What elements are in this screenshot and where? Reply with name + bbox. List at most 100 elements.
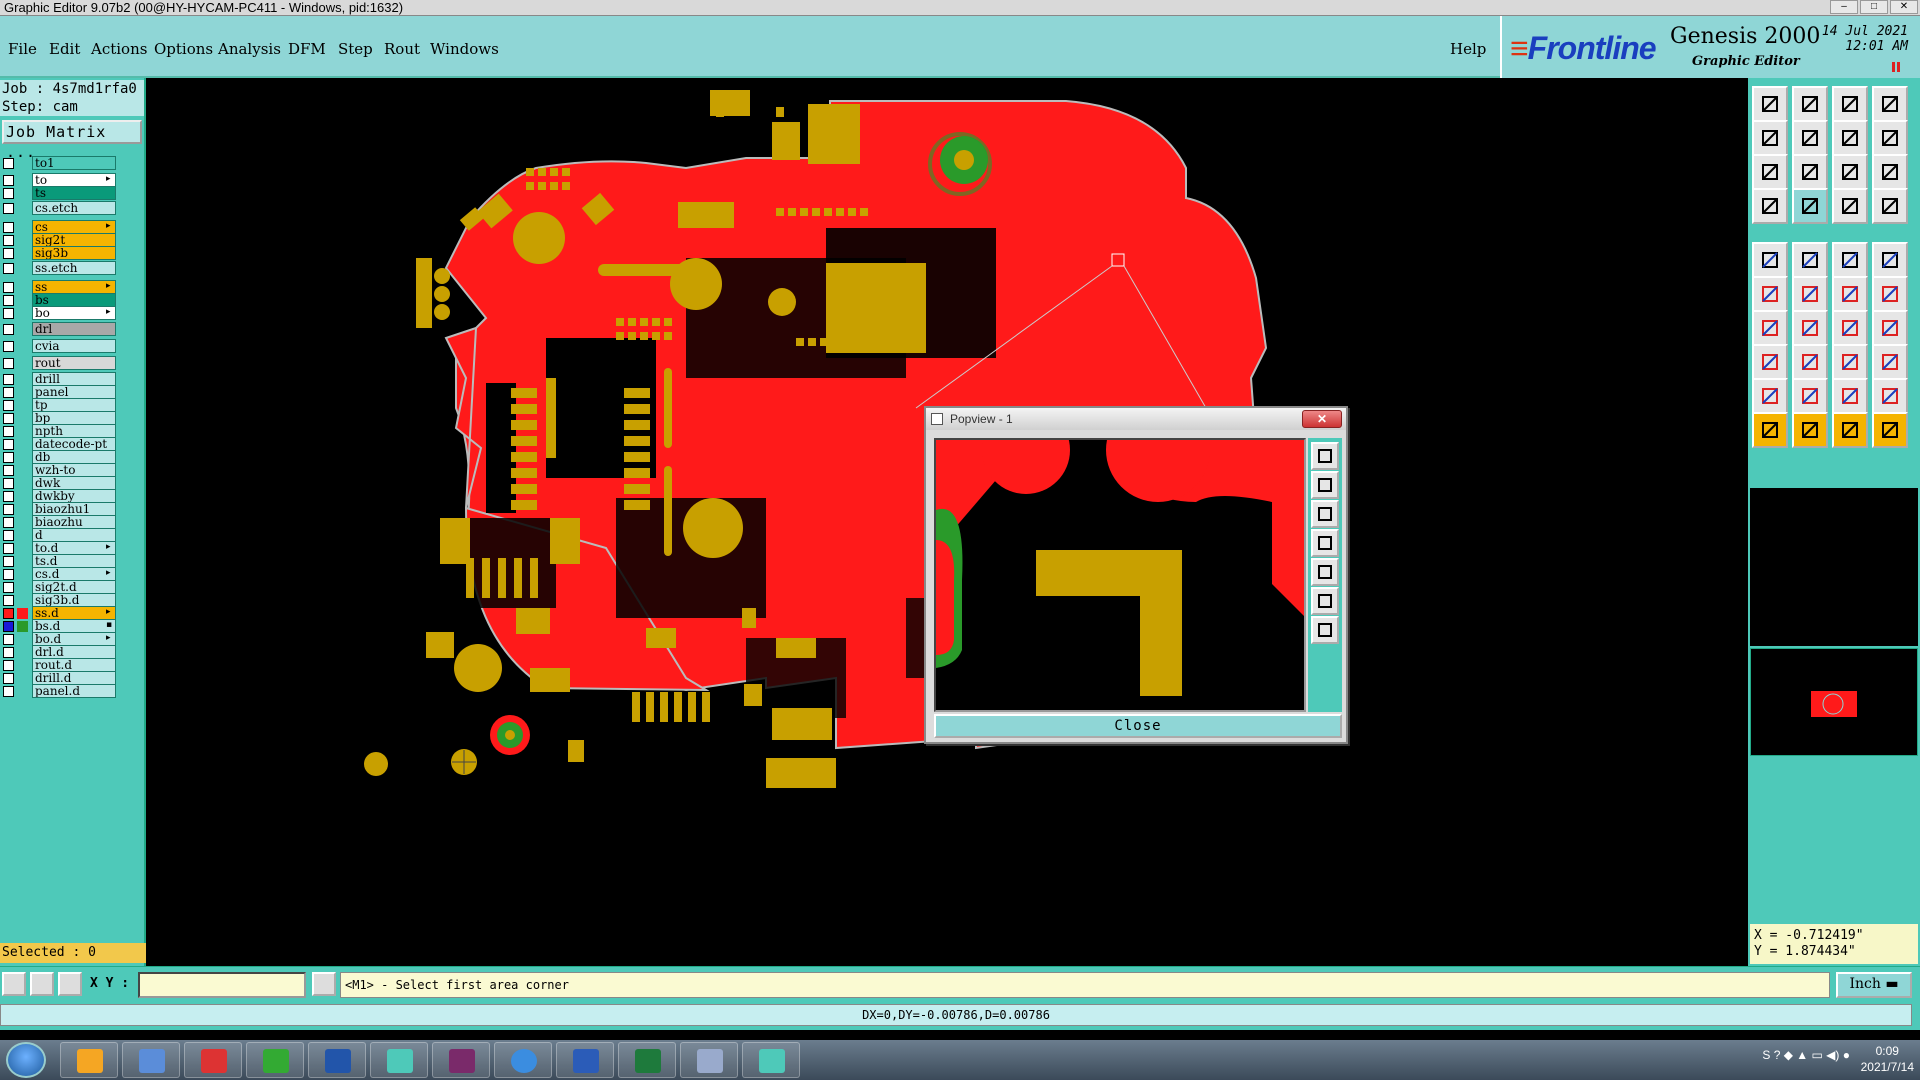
layer-row[interactable]: d bbox=[0, 528, 120, 542]
pv-save-icon[interactable] bbox=[1311, 500, 1339, 528]
layer-checkbox[interactable] bbox=[3, 517, 14, 528]
layer-checkbox[interactable] bbox=[3, 413, 14, 424]
layer-row[interactable]: to1 bbox=[0, 156, 120, 170]
triangle-a-icon[interactable] bbox=[1752, 378, 1788, 414]
layer-row[interactable]: ts bbox=[0, 186, 120, 200]
layers-red-icon[interactable] bbox=[1832, 188, 1868, 224]
popview-canvas[interactable] bbox=[934, 438, 1306, 712]
layout-icon[interactable] bbox=[1832, 120, 1868, 156]
layer-checkbox[interactable] bbox=[3, 387, 14, 398]
snap-settings-icon[interactable] bbox=[1752, 188, 1788, 224]
cursor-mode-icon[interactable] bbox=[1792, 412, 1828, 448]
layer-row[interactable]: dwkby bbox=[0, 489, 120, 503]
transform-icon[interactable] bbox=[1872, 344, 1908, 380]
layer-affected-icon[interactable]: ▸ bbox=[106, 633, 118, 643]
popview-close-button[interactable]: Close bbox=[934, 714, 1342, 738]
layer-checkbox[interactable] bbox=[3, 686, 14, 697]
add-pad-icon[interactable] bbox=[1752, 242, 1788, 278]
layer-row[interactable]: cs.d ▸ bbox=[0, 567, 120, 581]
maximize-button[interactable]: □ bbox=[1860, 0, 1888, 14]
layer-row[interactable]: bo.d ▸ bbox=[0, 632, 120, 646]
pv-zoom-icon[interactable] bbox=[1311, 442, 1339, 470]
layer-checkbox[interactable] bbox=[3, 582, 14, 593]
line-select-icon[interactable] bbox=[1792, 344, 1828, 380]
cursor-select-icon[interactable] bbox=[1752, 412, 1788, 448]
menu-help[interactable]: Help bbox=[1450, 40, 1486, 58]
pv-open-icon[interactable] bbox=[1311, 471, 1339, 499]
grid-icon[interactable] bbox=[1792, 188, 1828, 224]
layer-checkbox[interactable] bbox=[3, 203, 14, 214]
layer-row[interactable]: drill bbox=[0, 372, 120, 386]
taskbar-app[interactable] bbox=[184, 1042, 242, 1078]
cursor-edit-icon[interactable] bbox=[1832, 412, 1868, 448]
layer-checkbox[interactable] bbox=[3, 608, 14, 619]
xy-input[interactable] bbox=[138, 972, 306, 998]
export-icon[interactable] bbox=[1792, 120, 1828, 156]
menu-actions[interactable]: Actions bbox=[91, 40, 147, 58]
taskbar-app[interactable] bbox=[308, 1042, 366, 1078]
layer-row[interactable]: tp bbox=[0, 398, 120, 412]
home-icon[interactable] bbox=[1832, 86, 1868, 122]
taskbar-app[interactable] bbox=[494, 1042, 552, 1078]
help-icon[interactable] bbox=[1872, 154, 1908, 190]
layer-row[interactable]: sig3b bbox=[0, 246, 120, 260]
taskbar-app[interactable] bbox=[60, 1042, 118, 1078]
layer-checkbox[interactable] bbox=[3, 569, 14, 580]
layer-checkbox[interactable] bbox=[3, 175, 14, 186]
align-icon[interactable] bbox=[1832, 344, 1868, 380]
layer-affected-icon[interactable]: ▸ bbox=[106, 281, 118, 291]
layer-row[interactable]: bs.d ▪ bbox=[0, 619, 120, 633]
units-select[interactable]: Inch ▬ bbox=[1836, 972, 1912, 998]
menu-options[interactable]: Options bbox=[154, 40, 213, 58]
taskbar-app[interactable] bbox=[618, 1042, 676, 1078]
layer-row[interactable]: datecode-pt bbox=[0, 437, 120, 451]
zoom-home-icon[interactable] bbox=[1792, 154, 1828, 190]
layer-row[interactable]: ss.d ▸ bbox=[0, 606, 120, 620]
menu-edit[interactable]: Edit bbox=[49, 40, 80, 58]
layer-row[interactable]: db bbox=[0, 450, 120, 464]
copy-line-icon[interactable] bbox=[1872, 276, 1908, 312]
layer-checkbox[interactable] bbox=[3, 188, 14, 199]
close-window-button[interactable]: ✕ bbox=[1890, 0, 1918, 14]
save-icon[interactable] bbox=[1792, 86, 1828, 122]
layer-checkbox[interactable] bbox=[3, 341, 14, 352]
minimize-button[interactable]: – bbox=[1830, 0, 1858, 14]
layer-row[interactable]: biaozhu bbox=[0, 515, 120, 529]
layer-row[interactable]: sig3b.d bbox=[0, 593, 120, 607]
pad-select-icon[interactable] bbox=[1752, 344, 1788, 380]
layer-row[interactable]: drill.d bbox=[0, 671, 120, 685]
cursor-measure-icon[interactable] bbox=[1872, 412, 1908, 448]
layer-checkbox[interactable] bbox=[3, 222, 14, 233]
layer-row[interactable]: bo ▸ bbox=[0, 306, 120, 320]
layer-row[interactable]: sig2t.d bbox=[0, 580, 120, 594]
layer-row[interactable]: rout bbox=[0, 356, 120, 370]
import-icon[interactable] bbox=[1752, 120, 1788, 156]
window-icon[interactable] bbox=[1872, 86, 1908, 122]
layer-checkbox[interactable] bbox=[3, 634, 14, 645]
layer-checkbox[interactable] bbox=[3, 295, 14, 306]
system-tray[interactable]: S ? ◆ ▲ ▭ ◀) ● bbox=[1762, 1048, 1850, 1062]
layer-affected-icon[interactable]: ▸ bbox=[106, 607, 118, 617]
taskbar-app[interactable] bbox=[680, 1042, 738, 1078]
move-line-icon[interactable] bbox=[1832, 276, 1868, 312]
layer-checkbox[interactable] bbox=[3, 647, 14, 658]
arc-icon[interactable] bbox=[1832, 310, 1868, 346]
layer-checkbox[interactable] bbox=[3, 452, 14, 463]
layer-row[interactable]: bs bbox=[0, 293, 120, 307]
taskbar-app[interactable] bbox=[742, 1042, 800, 1078]
layer-row[interactable]: rout.d bbox=[0, 658, 120, 672]
open-icon[interactable] bbox=[1752, 86, 1788, 122]
layer-checkbox[interactable] bbox=[3, 324, 14, 335]
layer-checkbox[interactable] bbox=[3, 595, 14, 606]
snap-icon[interactable] bbox=[2, 972, 26, 996]
layer-row[interactable]: dwk bbox=[0, 476, 120, 490]
layer-row[interactable]: drl.d bbox=[0, 645, 120, 659]
popview-close-x-button[interactable]: ✕ bbox=[1302, 410, 1342, 428]
layer-checkbox[interactable] bbox=[3, 248, 14, 259]
add-line-icon[interactable] bbox=[1832, 242, 1868, 278]
layer-checkbox[interactable] bbox=[3, 504, 14, 515]
layer-row[interactable]: ss ▸ bbox=[0, 280, 120, 294]
layer-checkbox[interactable] bbox=[3, 621, 14, 632]
layer-checkbox[interactable] bbox=[3, 358, 14, 369]
grid-icon[interactable] bbox=[58, 972, 82, 996]
